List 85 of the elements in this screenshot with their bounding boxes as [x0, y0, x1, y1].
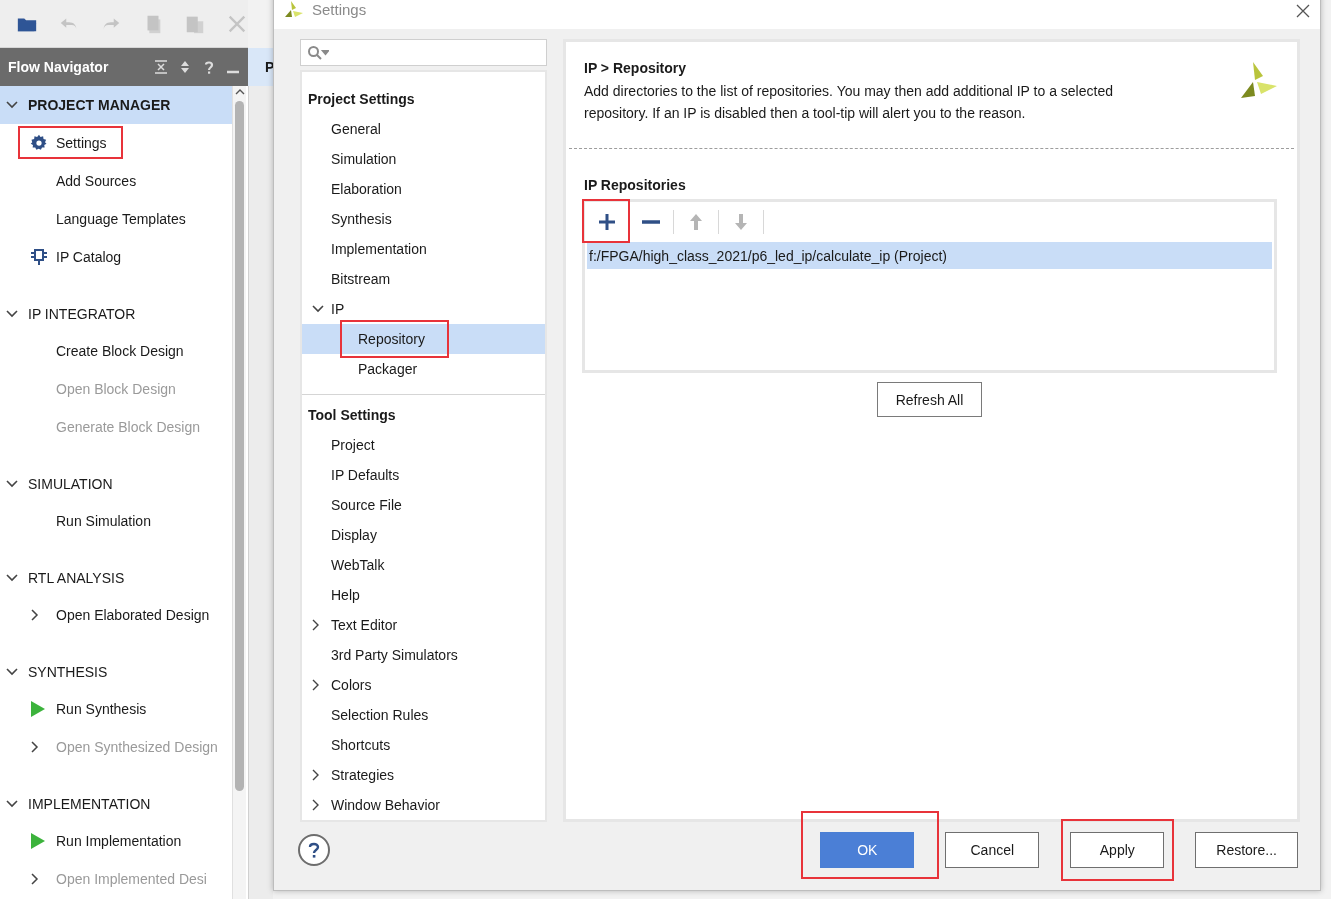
tree-item[interactable]: Repository — [302, 324, 545, 354]
dialog-button[interactable]: OK — [820, 832, 915, 868]
page-description: Add directories to the list of repositories. You may then add additional IP to a selected repository. If an IP is disabled then a tool-tip will alert you to the reason. — [584, 82, 1114, 123]
chevron-down-icon[interactable] — [6, 310, 18, 318]
window-title: Settings — [312, 1, 368, 18]
tree-item[interactable]: Selection Rules — [302, 700, 545, 730]
tree-item[interactable]: Colors — [302, 670, 545, 700]
close-icon[interactable] — [1296, 4, 1310, 18]
tree-group-heading: Tool Settings — [307, 406, 397, 425]
section-title: IP Repositories — [584, 177, 687, 193]
logo-icon — [1239, 60, 1279, 100]
chevron-right-icon[interactable] — [312, 769, 320, 781]
section-header[interactable]: SYNTHESIS — [0, 654, 232, 690]
navigator-item[interactable]: Run Implementation — [30, 832, 182, 850]
chevron-right-icon[interactable] — [312, 799, 320, 811]
chevron-down-icon[interactable] — [6, 574, 18, 582]
help-button[interactable] — [298, 834, 330, 866]
minus-icon — [642, 220, 660, 224]
chip-icon — [30, 248, 48, 266]
dialog-button[interactable]: Restore... — [1195, 832, 1298, 868]
section-header[interactable]: SIMULATION — [0, 466, 232, 502]
section-header[interactable]: RTL ANALYSIS — [0, 560, 232, 596]
chevron-right-icon — [30, 740, 40, 754]
tree-item[interactable]: Synthesis — [302, 204, 545, 234]
navigator-item[interactable]: Run Simulation — [30, 513, 151, 529]
chevron-right-icon — [30, 872, 40, 886]
navigator-item[interactable]: IP Catalog — [30, 248, 122, 266]
chevron-down-icon[interactable] — [6, 480, 18, 488]
help-icon — [308, 842, 320, 858]
tree-item[interactable]: IP — [302, 294, 545, 324]
chevron-right-icon[interactable] — [312, 679, 320, 691]
section-header[interactable]: PROJECT MANAGER — [0, 86, 232, 124]
help-icon[interactable] — [202, 60, 216, 74]
tree-item[interactable]: Strategies — [302, 760, 545, 790]
chevron-down-icon[interactable] — [6, 668, 18, 676]
navigator-item[interactable]: Open Elaborated Design — [30, 607, 210, 623]
tree-item[interactable]: General — [302, 114, 545, 144]
navigator-item[interactable]: Language Templates — [30, 211, 186, 227]
tree-item[interactable]: IP Defaults — [302, 460, 545, 490]
refresh-button[interactable]: Refresh All — [876, 382, 983, 417]
logo-icon — [284, 0, 304, 18]
chevron-right-icon — [30, 608, 40, 622]
tree-item[interactable]: Project — [302, 430, 545, 460]
tree-item[interactable]: Elaboration — [302, 174, 545, 204]
play-icon — [30, 700, 46, 718]
page-heading: IP > Repository — [584, 60, 688, 76]
plus-icon — [598, 213, 616, 231]
navigator-title: Flow Navigator — [8, 59, 110, 75]
section-header[interactable]: IMPLEMENTATION — [0, 786, 232, 822]
chevron-down-icon[interactable] — [6, 800, 18, 808]
tree-item[interactable]: Source File — [302, 490, 545, 520]
navigator-item[interactable]: Create Block Design — [30, 343, 184, 359]
tree-item[interactable]: Implementation — [302, 234, 545, 264]
play-icon — [30, 832, 46, 850]
tree-item[interactable]: Packager — [302, 354, 545, 384]
navigator-item[interactable]: Run Synthesis — [30, 700, 147, 718]
chevron-right-icon[interactable] — [312, 619, 320, 631]
gear-icon — [30, 134, 48, 152]
scrollbar[interactable] — [232, 86, 246, 899]
tree-item[interactable]: WebTalk — [302, 550, 545, 580]
tree-group-heading: Project Settings — [307, 90, 416, 109]
chevron-down-icon[interactable] — [6, 101, 18, 109]
dialog-button[interactable]: Apply — [1070, 832, 1165, 868]
tree-item[interactable]: 3rd Party Simulators — [302, 640, 545, 670]
section-header[interactable]: IP INTEGRATOR — [0, 296, 232, 332]
expand-all-icon[interactable] — [178, 60, 192, 74]
tree-item[interactable]: Help — [302, 580, 545, 610]
scroll-up-icon[interactable] — [234, 88, 245, 95]
tree-item[interactable]: Shortcuts — [302, 730, 545, 760]
tree-item[interactable]: Simulation — [302, 144, 545, 174]
scrollbar-thumb[interactable] — [235, 101, 244, 791]
tree-item[interactable]: Display — [302, 520, 545, 550]
search-icon — [307, 44, 329, 61]
dialog-button[interactable]: Cancel — [945, 832, 1040, 868]
chevron-down-icon[interactable] — [312, 305, 324, 313]
tree-item[interactable]: Bitstream — [302, 264, 545, 294]
tree-item[interactable]: Text Editor — [302, 610, 545, 640]
arrow-down-icon — [734, 213, 748, 231]
search-field[interactable] — [300, 39, 547, 66]
repository-row[interactable]: f:/FPGA/high_class_2021/p6_led_ip/calculate_ip (Project) — [587, 242, 1272, 269]
navigator-item[interactable]: Settings — [30, 134, 107, 152]
arrow-up-icon — [689, 213, 703, 231]
collapse-all-icon[interactable] — [154, 60, 168, 74]
navigator-item[interactable]: Add Sources — [30, 173, 137, 189]
tree-item[interactable]: Window Behavior — [302, 790, 545, 820]
